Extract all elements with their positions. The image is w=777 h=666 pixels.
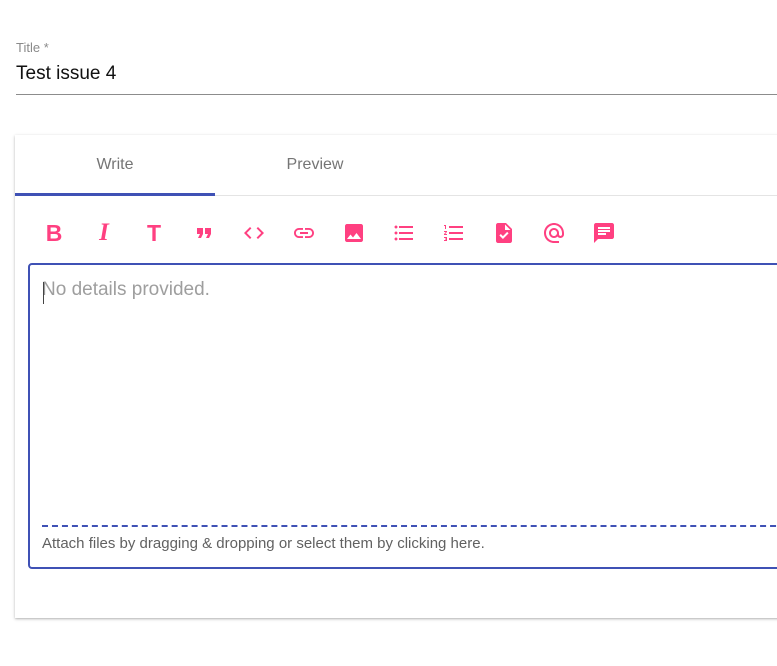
file-dropzone[interactable]: Attach files by dragging & dropping or s… (42, 525, 777, 552)
link-button[interactable] (291, 220, 317, 246)
code-button[interactable] (241, 220, 267, 246)
link-icon (294, 228, 314, 238)
italic-icon: I (99, 219, 109, 246)
task-file-icon (496, 223, 512, 243)
numbered-list-button[interactable] (441, 220, 467, 246)
title-field: Title * (16, 38, 777, 95)
tab-preview[interactable]: Preview (215, 135, 415, 195)
header-icon: T (146, 220, 162, 246)
at-sign-icon (544, 223, 564, 243)
title-label: Title * (16, 40, 49, 55)
saved-reply-button[interactable] (591, 220, 617, 246)
mention-button[interactable] (541, 220, 567, 246)
tab-write[interactable]: Write (15, 135, 215, 195)
numbered-list-icon (444, 225, 463, 241)
markdown-editor-card: Write Preview B I T No details provided.… (15, 135, 777, 618)
format-quote-icon (197, 228, 211, 238)
image-icon (345, 224, 363, 242)
text-caret (43, 282, 44, 304)
quote-button[interactable] (191, 220, 217, 246)
description-textarea[interactable] (42, 279, 777, 509)
image-button[interactable] (341, 220, 367, 246)
bulleted-list-button[interactable] (391, 220, 417, 246)
bold-button[interactable]: B (41, 220, 67, 246)
active-tab-indicator (15, 193, 215, 196)
description-editor: Attach files by dragging & dropping or s… (28, 263, 777, 569)
header-button[interactable]: T (141, 220, 167, 246)
italic-button[interactable]: I (91, 220, 117, 246)
bold-icon: B (45, 220, 63, 246)
code-icon (244, 227, 264, 239)
title-input[interactable] (16, 60, 777, 88)
title-underline (16, 94, 777, 95)
task-list-button[interactable] (491, 220, 517, 246)
bulleted-list-icon (394, 225, 413, 241)
comment-icon (594, 223, 614, 243)
editor-tabs: Write Preview (15, 135, 777, 196)
